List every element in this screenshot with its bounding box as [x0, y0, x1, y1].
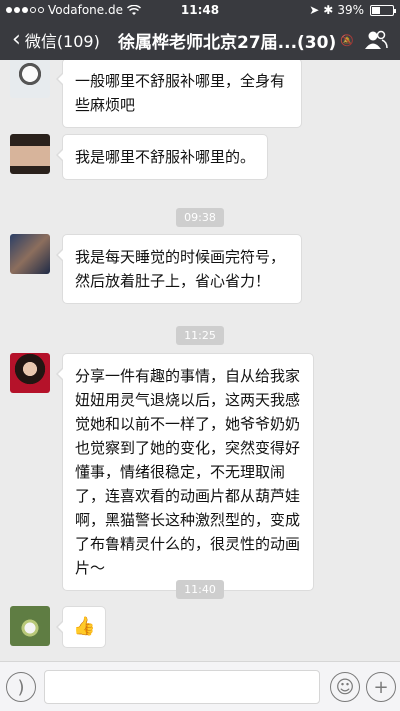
- mute-icon: 🔕: [340, 33, 354, 47]
- message-text: 我是哪里不舒服补哪里的。: [75, 148, 256, 166]
- timestamp: 09:38: [0, 206, 400, 227]
- chat-title-text: 徐属桦老师北京27届...(30): [118, 32, 337, 53]
- status-bar: Vodafone.de 11:48 ➤ ✱ 39%: [0, 0, 400, 20]
- bluetooth-icon: ✱: [323, 3, 334, 17]
- smile-icon: ☺: [335, 676, 355, 698]
- chevron-left-icon: ‹: [12, 27, 21, 52]
- emoji-button[interactable]: ☺: [330, 672, 360, 702]
- message-row: 我是哪里不舒服补哪里的。: [10, 134, 269, 180]
- battery-label: 39%: [337, 3, 364, 17]
- chat-area[interactable]: 一般哪里不舒服补哪里，全身有些麻烦吧 我是哪里不舒服补哪里的。 09:38 我是…: [0, 60, 400, 661]
- thumbs-up-icon: 👍: [73, 616, 96, 637]
- more-button[interactable]: +: [366, 672, 396, 702]
- voice-icon: ): [17, 676, 25, 698]
- message-row: 分享一件有趣的事情，自从给我家妞妞用灵气退烧以后，这两天我感觉她和以前不一样了，…: [10, 353, 314, 591]
- back-label: 微信(109): [24, 32, 100, 51]
- message-text: 一般哪里不舒服补哪里，全身有些麻烦吧: [75, 72, 286, 114]
- message-bubble[interactable]: 一般哪里不舒服补哪里，全身有些麻烦吧: [56, 60, 302, 128]
- message-bubble[interactable]: 分享一件有趣的事情，自从给我家妞妞用灵气退烧以后，这两天我感觉她和以前不一样了，…: [56, 353, 314, 591]
- wifi-icon: [126, 4, 141, 15]
- back-button[interactable]: ‹ 微信(109): [0, 28, 100, 52]
- chat-title: 徐属桦老师北京27届...(30) 🔕: [118, 20, 356, 60]
- avatar[interactable]: [10, 234, 50, 274]
- message-bubble[interactable]: 我是每天睡觉的时候画完符号，然后放着肚子上，省心省力！: [56, 234, 302, 304]
- voice-button[interactable]: ): [6, 672, 36, 702]
- message-text: 分享一件有趣的事情，自从给我家妞妞用灵气退烧以后，这两天我感觉她和以前不一样了，…: [75, 367, 301, 577]
- plus-icon: +: [373, 676, 389, 698]
- avatar[interactable]: [10, 353, 50, 393]
- input-bar: ) ☺ +: [0, 661, 400, 711]
- message-row: 👍: [10, 606, 107, 648]
- message-row: 我是每天睡觉的时候画完符号，然后放着肚子上，省心省力！: [10, 234, 302, 304]
- timestamp: 11:40: [0, 578, 400, 599]
- message-row: 一般哪里不舒服补哪里，全身有些麻烦吧: [10, 60, 302, 128]
- timestamp: 11:25: [0, 324, 400, 345]
- signal-icon: [6, 7, 44, 13]
- message-input[interactable]: [44, 670, 320, 704]
- message-bubble[interactable]: 👍: [55, 606, 107, 648]
- battery-icon: [370, 4, 396, 16]
- avatar[interactable]: [10, 134, 50, 174]
- carrier-label: Vodafone.de: [48, 3, 123, 17]
- nav-bar: ‹ 微信(109) 徐属桦老师北京27届...(30) 🔕: [0, 20, 400, 60]
- message-text: 我是每天睡觉的时候画完符号，然后放着肚子上，省心省力！: [75, 248, 286, 290]
- location-icon: ➤: [309, 3, 320, 17]
- top-bar: Vodafone.de 11:48 ➤ ✱ 39% ‹ 微信(109) 徐属桦老…: [0, 0, 400, 60]
- group-info-icon[interactable]: [364, 29, 388, 51]
- message-bubble[interactable]: 我是哪里不舒服补哪里的。: [55, 134, 269, 180]
- avatar[interactable]: [10, 60, 50, 98]
- avatar[interactable]: [10, 606, 50, 646]
